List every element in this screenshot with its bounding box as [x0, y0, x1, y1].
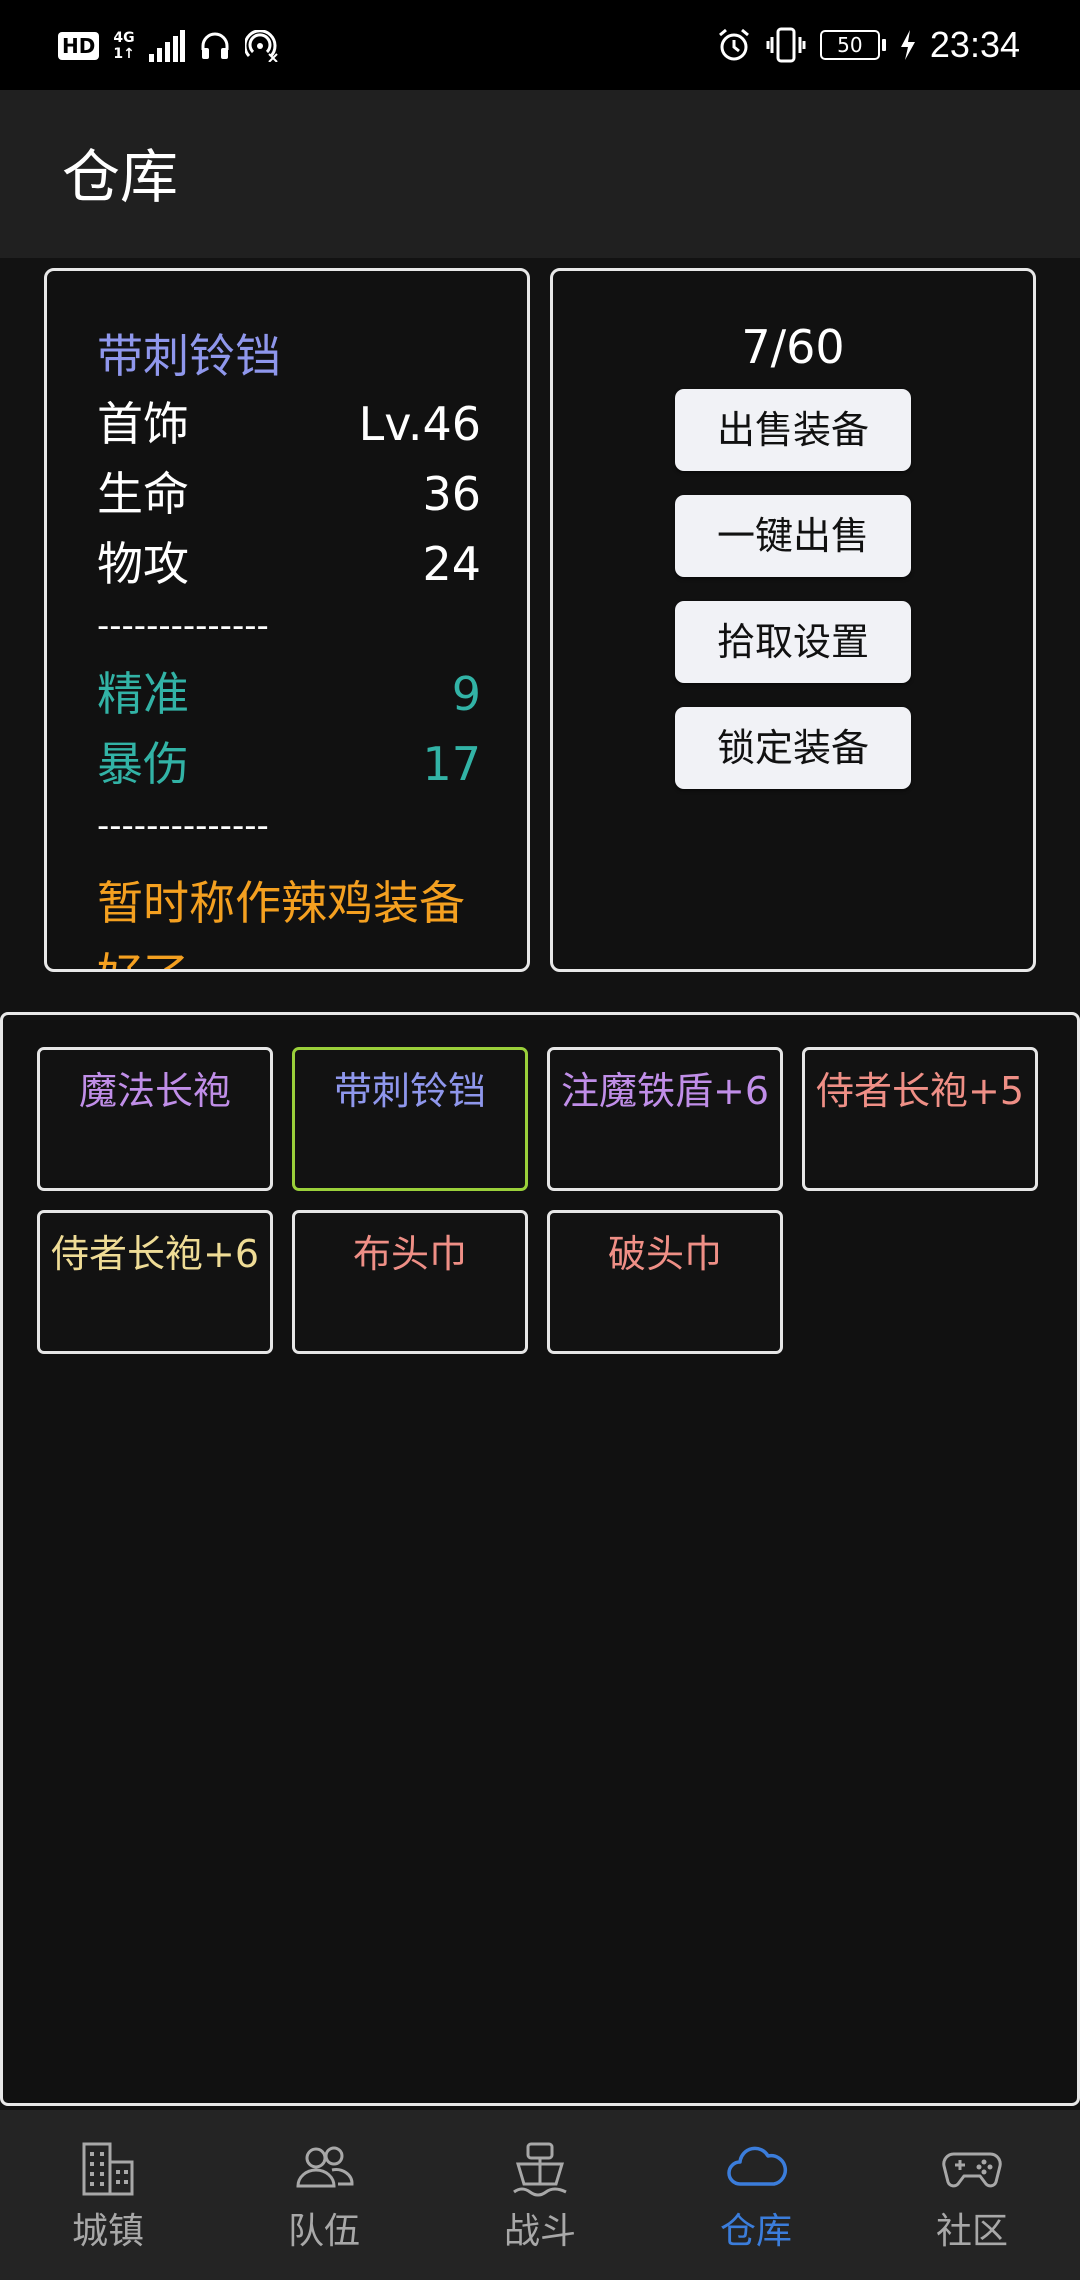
lock-equipment-button[interactable]: 锁定装备	[675, 707, 911, 789]
separator: --------------	[97, 606, 269, 646]
alarm-icon	[716, 27, 752, 63]
actions-panel: 7/60 出售装备 一键出售 拾取设置 锁定装备	[550, 268, 1036, 972]
bonus-stat-value: 17	[422, 737, 481, 791]
nav-label: 城镇	[71, 2211, 144, 2252]
nav-warehouse[interactable]: 仓库	[648, 2110, 864, 2280]
inventory-item[interactable]: 魔法长袍	[37, 1047, 273, 1191]
bonus-stat-label: 暴伤	[97, 737, 189, 791]
inventory-item[interactable]: 注魔铁盾+6	[547, 1047, 783, 1191]
stat-label: 生命	[97, 467, 189, 521]
stat-label: 首饰	[97, 397, 189, 451]
app-header: 仓库	[0, 90, 1080, 258]
stat-label: 物攻	[97, 537, 189, 591]
buildings-icon	[82, 2142, 134, 2196]
status-left: HD 4G 1↑	[58, 24, 279, 68]
nav-label: 社区	[935, 2211, 1008, 2252]
inventory-grid: 魔法长袍 带刺铃铛 注魔铁盾+6 侍者长袍+5 侍者长袍+6 布头巾 破头巾	[0, 1012, 1080, 2106]
inventory-item[interactable]: 带刺铃铛	[292, 1047, 528, 1191]
network-type: 4G 1↑	[113, 30, 134, 62]
inventory-item-name: 注魔铁盾+6	[560, 1069, 770, 1113]
charging-icon	[900, 30, 916, 60]
main-content: 带刺铃铛 首饰 Lv.46 生命 36 物攻 24 --------------…	[0, 258, 1080, 2110]
bonus-stat-row-accuracy: 精准 9	[97, 659, 481, 729]
nav-label: 战斗	[503, 2211, 576, 2252]
battery-icon: 50	[819, 30, 886, 60]
hd-badge: HD	[58, 32, 100, 60]
stat-row-attack: 物攻 24	[97, 529, 481, 599]
inventory-item-name: 破头巾	[607, 1232, 722, 1276]
bonus-stat-row-crit-damage: 暴伤 17	[97, 729, 481, 799]
inventory-capacity: 7/60	[741, 320, 845, 374]
stat-value: 24	[422, 537, 481, 591]
clock: 23:34	[929, 24, 1020, 65]
bonus-stat-label: 精准	[97, 667, 189, 721]
status-right: 50 23:34	[716, 22, 1020, 68]
quick-sell-button[interactable]: 一键出售	[675, 495, 911, 577]
inventory-item[interactable]: 破头巾	[547, 1210, 783, 1354]
network-type-label: 4G	[113, 30, 135, 46]
team-icon	[296, 2146, 354, 2188]
inventory-item[interactable]: 侍者长袍+5	[802, 1047, 1038, 1191]
cloud-icon	[727, 2146, 787, 2186]
item-description: 暂时称作辣鸡装备好了	[97, 876, 465, 969]
bottom-navigation: 城镇 队伍 战斗 仓库 社区	[0, 2110, 1080, 2280]
inventory-item-name: 带刺铃铛	[333, 1069, 486, 1113]
nav-label: 队伍	[287, 2211, 360, 2252]
stat-value: Lv.46	[358, 397, 481, 451]
inventory-item[interactable]: 布头巾	[292, 1210, 528, 1354]
inventory-item-name: 布头巾	[352, 1232, 467, 1276]
battery-level: 50	[819, 30, 880, 60]
item-detail-panel: 带刺铃铛 首饰 Lv.46 生命 36 物攻 24 --------------…	[44, 268, 530, 972]
page-title: 仓库	[62, 143, 179, 211]
inventory-item-name: 魔法长袍	[78, 1069, 231, 1113]
pickup-settings-button[interactable]: 拾取设置	[675, 601, 911, 683]
inventory-item-name: 侍者长袍+5	[815, 1069, 1025, 1113]
nav-team[interactable]: 队伍	[216, 2110, 432, 2280]
network-activity-label: 1↑	[113, 46, 135, 62]
item-detail-content: 带刺铃铛 首饰 Lv.46 生命 36 物攻 24 --------------…	[97, 323, 481, 969]
stat-row-hp: 生命 36	[97, 459, 481, 529]
nav-community[interactable]: 社区	[864, 2110, 1080, 2280]
stat-value: 36	[422, 467, 481, 521]
nav-town[interactable]: 城镇	[0, 2110, 216, 2280]
hotspot-icon	[244, 30, 279, 62]
vibrate-icon	[766, 27, 806, 63]
ship-icon	[513, 2142, 567, 2197]
nav-label: 仓库	[719, 2211, 792, 2252]
status-bar: HD 4G 1↑ 50 23:34	[0, 0, 1080, 90]
headphones-icon	[199, 30, 231, 62]
stat-row-type: 首饰 Lv.46	[97, 389, 481, 459]
inventory-item[interactable]: 侍者长袍+6	[37, 1210, 273, 1354]
nav-battle[interactable]: 战斗	[432, 2110, 648, 2280]
item-name: 带刺铃铛	[97, 329, 281, 383]
bonus-stat-value: 9	[451, 667, 481, 721]
signal-icon	[148, 30, 185, 62]
inventory-item-name: 侍者长袍+6	[50, 1232, 260, 1276]
separator: --------------	[97, 806, 269, 846]
gamepad-icon	[942, 2152, 1002, 2188]
sell-equipment-button[interactable]: 出售装备	[675, 389, 911, 471]
